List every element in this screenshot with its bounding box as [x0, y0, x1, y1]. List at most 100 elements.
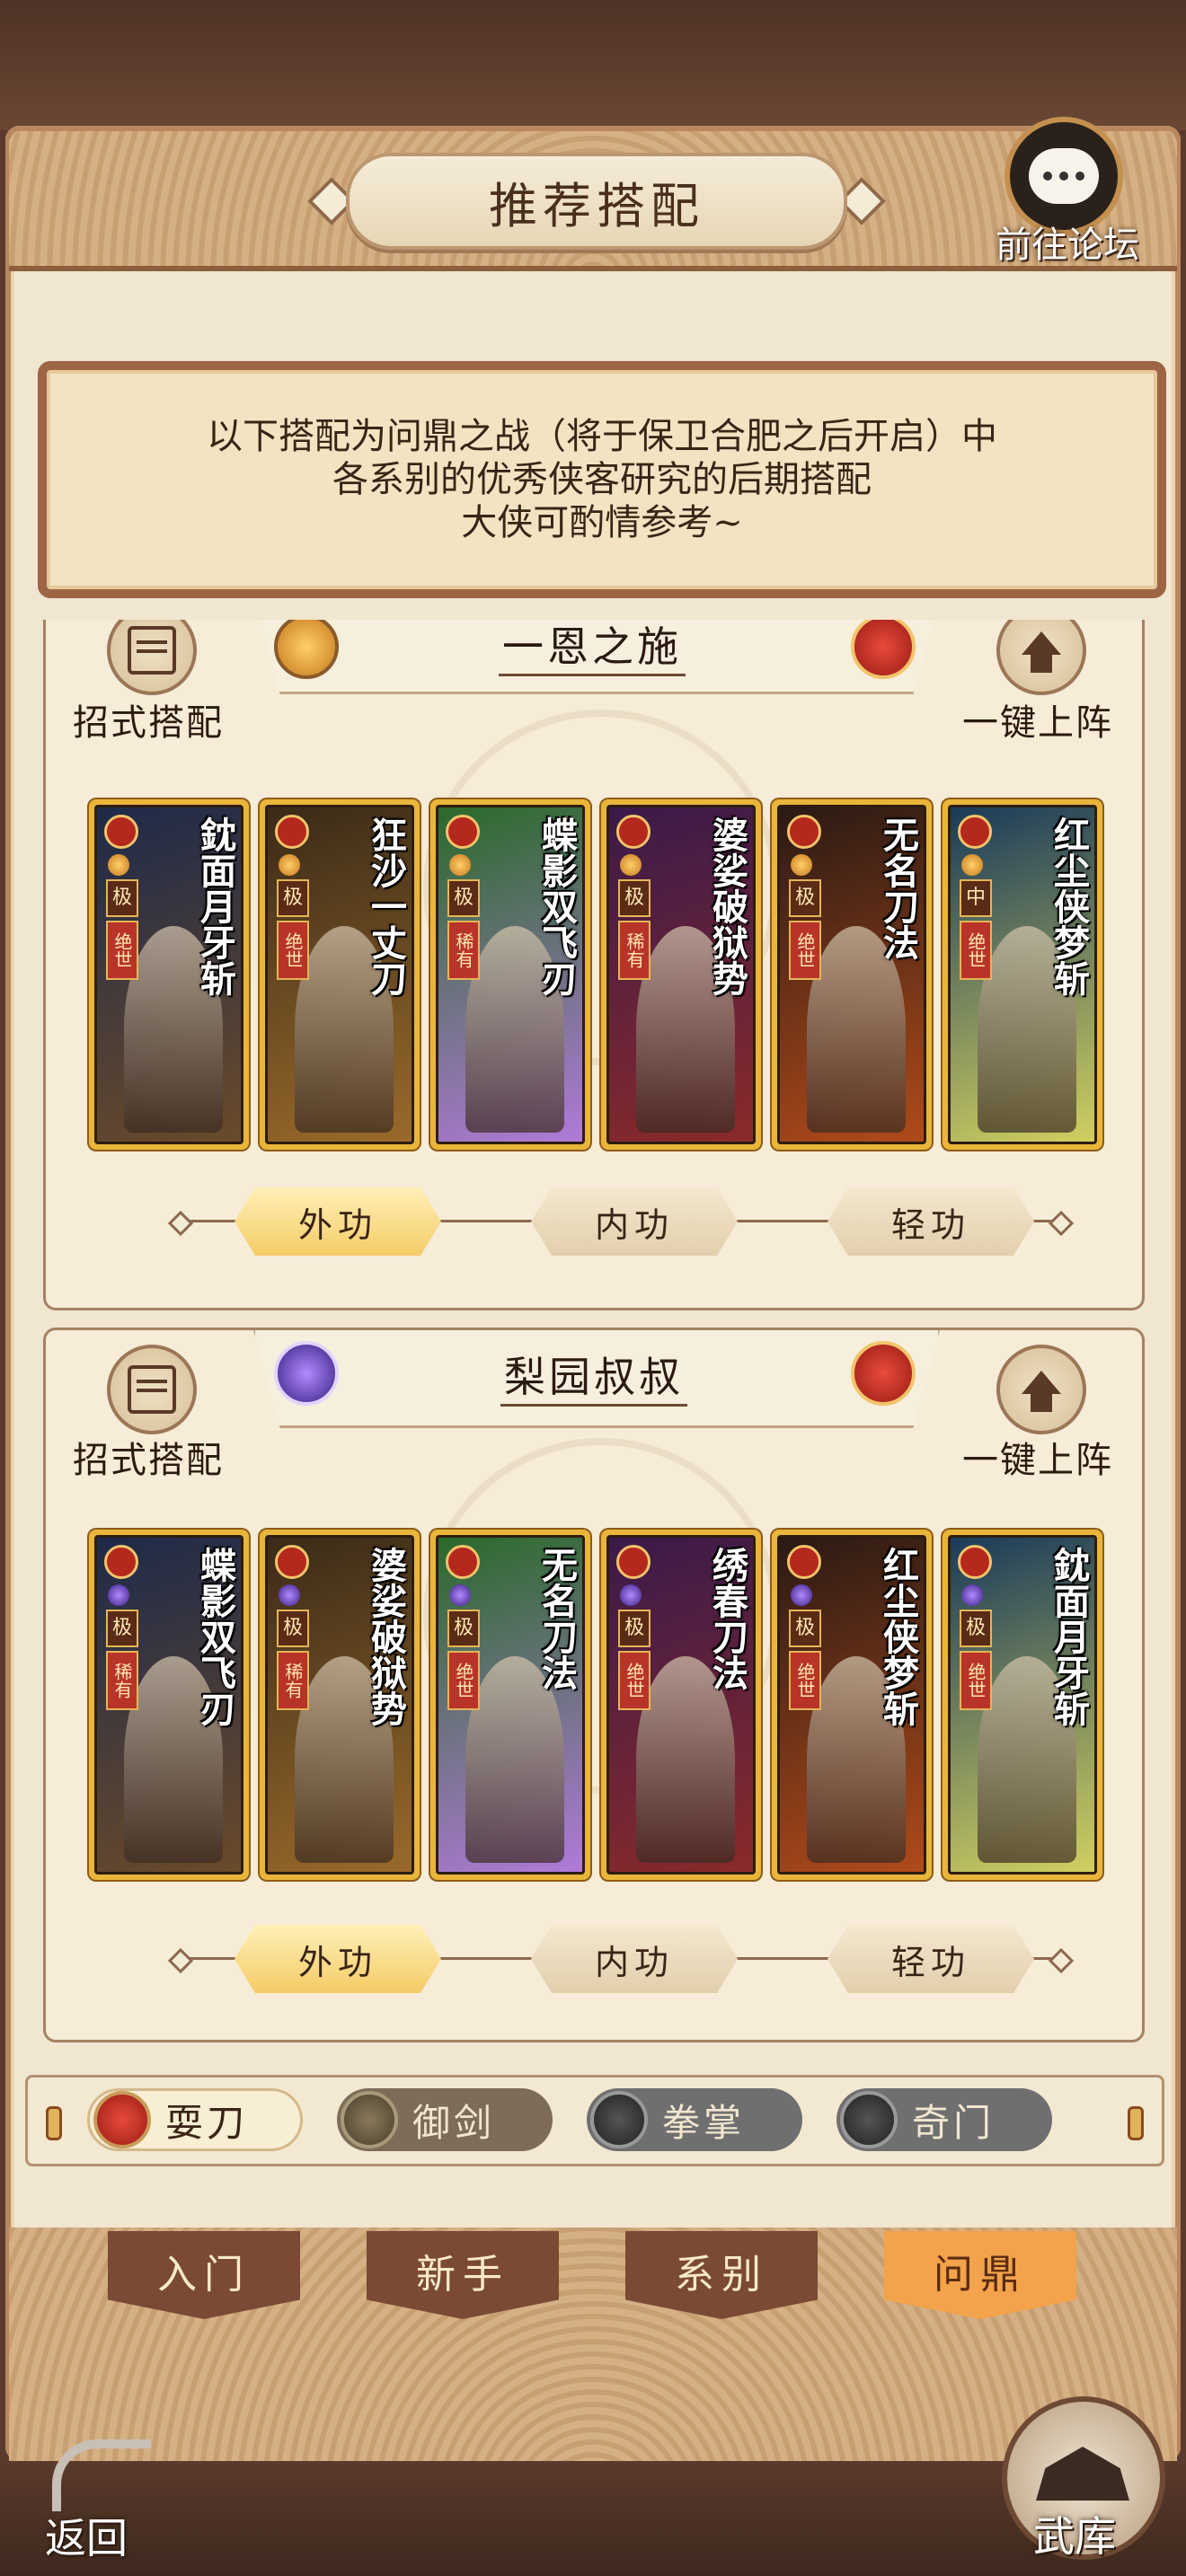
- skill-card[interactable]: 极绝世 红尘侠梦斩: [772, 1530, 932, 1880]
- team-name: 一恩之施: [499, 620, 686, 676]
- card-art: 极绝世 鈂面月牙斩: [94, 805, 243, 1144]
- sect-tab-sword[interactable]: 御剑: [337, 2088, 553, 2151]
- blade-icon: [787, 815, 821, 849]
- moves-config-button[interactable]: [107, 1345, 197, 1434]
- deploy-label[interactable]: 一键上阵: [962, 1431, 1113, 1483]
- scroll-icon: [128, 1365, 176, 1414]
- slot-outer-skill[interactable]: 外功: [235, 1925, 441, 1993]
- forum-label[interactable]: 前往论坛: [996, 216, 1175, 268]
- blade-icon: [446, 1545, 480, 1579]
- skill-card[interactable]: 极绝世 鈂面月牙斩: [89, 799, 249, 1150]
- slot-light-skill[interactable]: 轻功: [828, 1925, 1034, 1993]
- back-label: 返回: [45, 2514, 128, 2563]
- card-art: 极稀有 婆娑破狱势: [606, 805, 756, 1144]
- notice-line: 各系别的优秀侠客研究的后期搭配: [332, 459, 872, 500]
- slot-row: 外功 内功 轻功: [136, 1186, 1106, 1257]
- back-arrow-icon: [52, 2439, 151, 2511]
- sun-icon: [791, 854, 812, 876]
- card-art: 极绝世 绣春刀法: [606, 1535, 756, 1875]
- blade-icon: [616, 815, 651, 849]
- card-rarity: 稀有: [447, 921, 480, 980]
- card-rarity: 绝世: [789, 921, 821, 980]
- moves-config-label[interactable]: 招式搭配: [73, 693, 224, 745]
- slot-end-diamond: [1048, 1210, 1075, 1237]
- skill-card[interactable]: 极稀有 蝶影双飞刃: [430, 799, 590, 1150]
- moves-config-button[interactable]: [107, 620, 197, 695]
- sect-label: 御剑: [412, 2100, 496, 2145]
- sun-icon: [279, 854, 300, 876]
- pavilion-icon: [1036, 2447, 1129, 2501]
- scroll-right-indicator[interactable]: [1128, 2106, 1144, 2140]
- skill-card[interactable]: 极绝世 鈂面月牙斩: [943, 1530, 1102, 1880]
- fan-icon: [840, 2091, 898, 2148]
- blade-icon: [275, 815, 309, 849]
- moves-config-label[interactable]: 招式搭配: [73, 1431, 224, 1483]
- card-art: 中绝世 红尘侠梦斩: [948, 805, 1097, 1144]
- skill-card[interactable]: 极稀有 蝶影双飞刃: [89, 1530, 249, 1880]
- scroll-left-indicator[interactable]: [46, 2106, 62, 2140]
- deploy-button[interactable]: [996, 1345, 1086, 1434]
- sect-tab-fist[interactable]: 拳掌: [587, 2088, 802, 2151]
- skill-card[interactable]: 极绝世 无名刀法: [430, 1530, 590, 1880]
- upload-icon: [1022, 1371, 1061, 1412]
- card-art: 极稀有 蝶影双飞刃: [94, 1535, 243, 1875]
- blade-icon: [446, 815, 480, 849]
- card-title: 无名刀法: [877, 816, 919, 960]
- skill-card[interactable]: 极稀有 婆娑破狱势: [601, 799, 761, 1150]
- team-panel: 梨园叔叔 招式搭配 一键上阵 极稀有 蝶影双飞刃极稀有 婆娑破狱势极绝世 无名刀法极绝…: [43, 1328, 1145, 2042]
- top-strip: [0, 0, 1186, 130]
- card-rarity: 绝世: [960, 1651, 992, 1710]
- slot-inner-skill[interactable]: 内功: [531, 1187, 738, 1256]
- blade-icon: [958, 815, 992, 849]
- sect-label: 拳掌: [662, 2100, 746, 2145]
- blade-icon: [958, 1545, 992, 1579]
- slot-light-skill[interactable]: 轻功: [828, 1187, 1034, 1256]
- deploy-button[interactable]: [996, 620, 1086, 695]
- card-grade: 极: [789, 879, 821, 917]
- card-title: 鈂面月牙斩: [1048, 1547, 1090, 1726]
- card-grade: 极: [277, 879, 309, 917]
- card-rarity: 绝世: [960, 921, 992, 980]
- sect-selector: 耍刀 御剑 拳掌 奇门: [25, 2075, 1164, 2166]
- card-art: 极绝世 狂沙一丈刀: [265, 805, 414, 1144]
- moon-icon: [791, 1584, 812, 1606]
- card-grade: 极: [277, 1610, 309, 1647]
- deploy-label[interactable]: 一键上阵: [962, 693, 1113, 745]
- skill-card[interactable]: 极绝世 狂沙一丈刀: [260, 799, 420, 1150]
- card-title: 红尘侠梦斩: [1048, 816, 1090, 996]
- card-grade: 极: [106, 879, 138, 917]
- sect-tab-fan[interactable]: 奇门: [836, 2088, 1052, 2151]
- skill-card[interactable]: 中绝世 红尘侠梦斩: [943, 799, 1102, 1150]
- card-title: 绣春刀法: [706, 1547, 748, 1690]
- slot-end-diamond: [1048, 1947, 1075, 1974]
- skill-card[interactable]: 极稀有 婆娑破狱势: [260, 1530, 420, 1880]
- team-name: 梨园叔叔: [500, 1345, 687, 1407]
- slot-inner-skill[interactable]: 内功: [531, 1925, 738, 1993]
- sect-label: 耍刀: [165, 2100, 249, 2145]
- moon-icon: [961, 1584, 983, 1606]
- sect-tab-blade[interactable]: 耍刀: [87, 2088, 303, 2151]
- team-panel: 一恩之施 招式搭配 一键上阵 极绝世 鈂面月牙斩极绝世 狂沙一丈刀极稀有 蝶影双飞刃极…: [43, 620, 1145, 1310]
- card-art: 极稀有 蝶影双飞刃: [436, 805, 585, 1144]
- card-title: 鈂面月牙斩: [194, 816, 236, 996]
- page-title: 推荐搭配: [346, 153, 847, 250]
- skill-card[interactable]: 极绝世 绣春刀法: [601, 1530, 761, 1880]
- card-grade: 中: [960, 879, 992, 917]
- card-title: 狂沙一丈刀: [365, 816, 407, 996]
- slot-outer-skill[interactable]: 外功: [235, 1187, 441, 1256]
- card-grade: 极: [789, 1610, 821, 1647]
- card-row: 极稀有 蝶影双飞刃极稀有 婆娑破狱势极绝世 无名刀法极绝世 绣春刀法极绝世 红尘侠梦斩极绝…: [89, 1530, 1142, 1885]
- chat-bubble-icon: [1029, 148, 1099, 204]
- moon-icon: [449, 1584, 471, 1606]
- notice-box: 以下搭配为问鼎之战（将于保卫合肥之后开启）中 各系别的优秀侠客研究的后期搭配 大…: [38, 361, 1166, 598]
- notice-line: 大侠可酌情参考~: [461, 502, 743, 543]
- card-art: 极绝世 无名刀法: [777, 805, 926, 1144]
- card-grade: 极: [106, 1610, 138, 1647]
- armory-label[interactable]: 武库: [1033, 2504, 1116, 2563]
- card-title: 婆娑破狱势: [365, 1547, 407, 1726]
- sun-icon: [620, 854, 642, 876]
- skill-card[interactable]: 极绝世 无名刀法: [772, 799, 932, 1150]
- card-grade: 极: [447, 1610, 480, 1647]
- card-rarity: 绝世: [447, 1651, 480, 1710]
- back-button[interactable]: 返回: [36, 2434, 162, 2569]
